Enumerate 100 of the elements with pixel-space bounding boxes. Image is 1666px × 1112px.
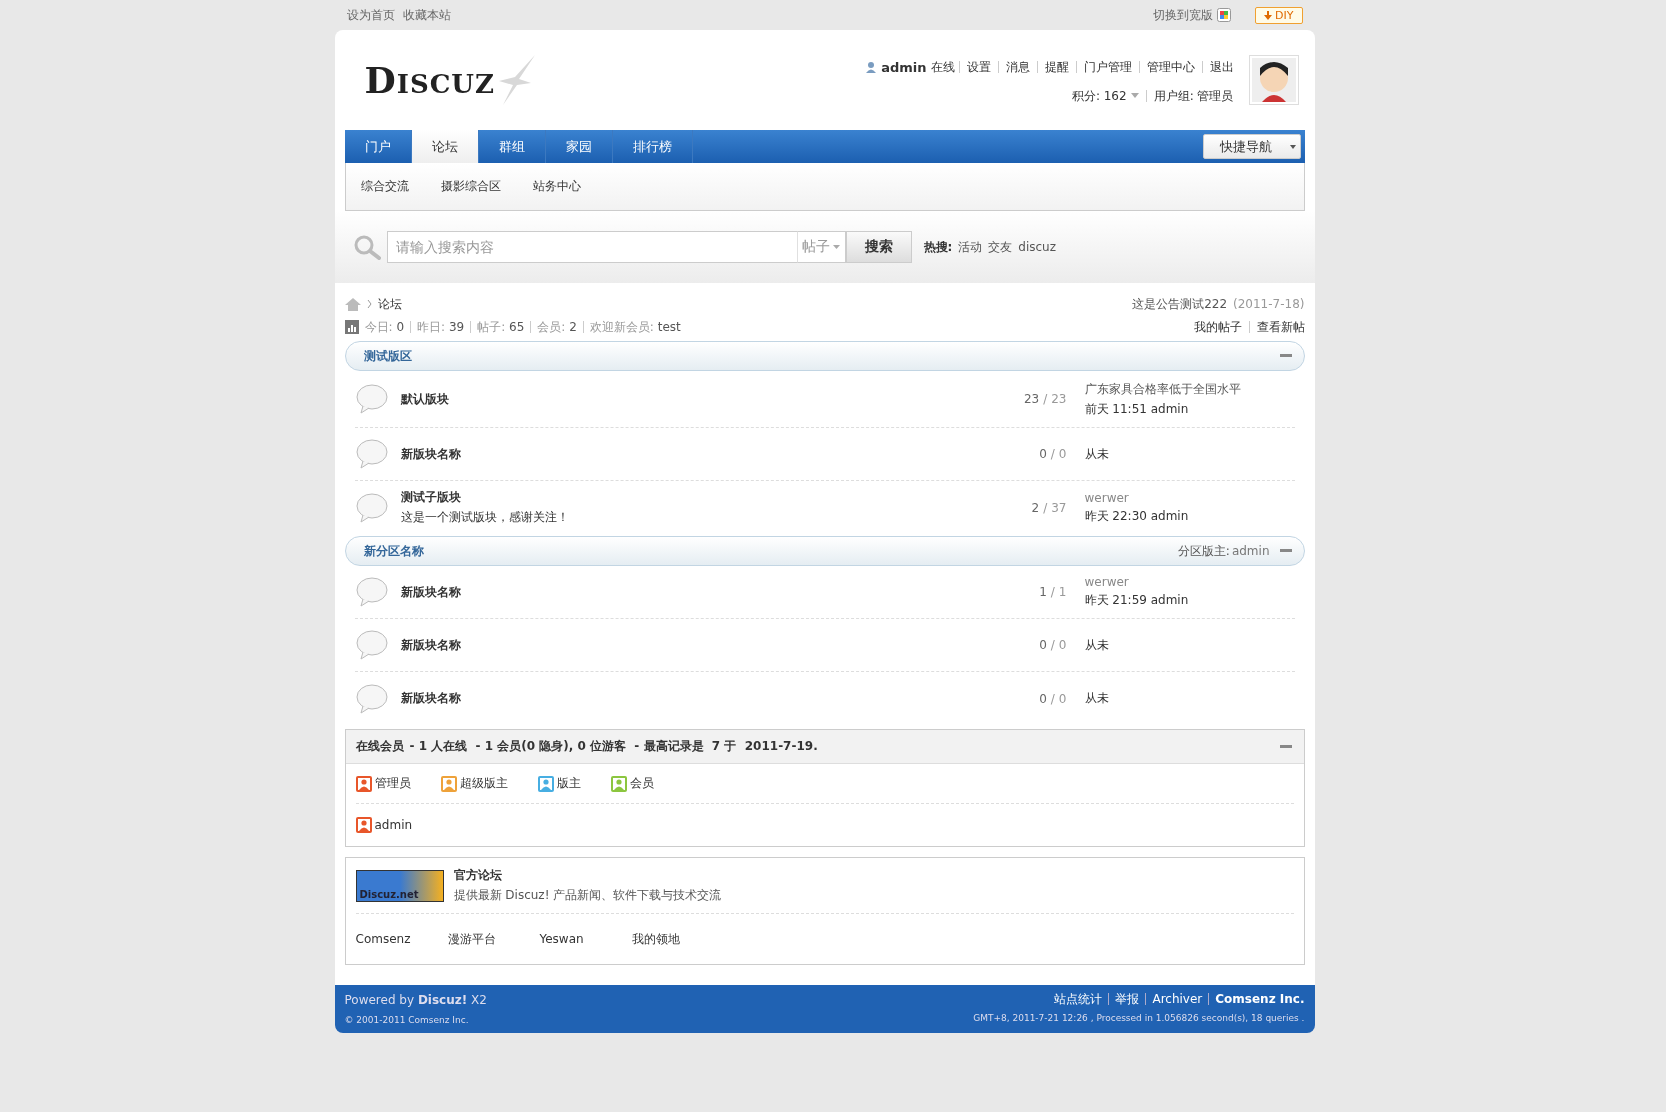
subnav-link[interactable]: 综合交流	[360, 178, 409, 195]
top-link[interactable]: 收藏本站	[402, 6, 451, 24]
user-menu-link[interactable]: 门户管理	[1075, 61, 1139, 73]
online-member-link[interactable]: admin	[355, 817, 413, 833]
last-post-title[interactable]: werwer	[1084, 490, 1295, 505]
footer-link[interactable]: 站点统计	[1048, 993, 1109, 1005]
site-logo[interactable]: DISCUZ	[364, 59, 495, 101]
thread-count: 0	[1039, 691, 1047, 706]
announcement-date: (2011-7-18)	[1233, 297, 1305, 311]
search-field[interactable]: 请输入搜索内容	[386, 231, 797, 263]
post-count: 1	[1058, 585, 1067, 599]
stats-link[interactable]: 我的帖子	[1186, 321, 1249, 333]
username[interactable]: admin	[881, 59, 927, 75]
search-button[interactable]: 搜索	[845, 231, 912, 263]
partner-title[interactable]: 官方论坛	[453, 867, 722, 884]
post-count: 0	[1058, 447, 1067, 461]
forum-bubble-icon	[354, 383, 389, 415]
caret-icon	[1130, 93, 1139, 98]
forum-bubble-icon	[354, 629, 389, 661]
hot-search-link[interactable]: 活动	[958, 238, 983, 256]
count-separator: /	[1043, 500, 1048, 515]
processing-stats: GMT+8, 2011-7-21 12:26 , Processed in 1.056826 second(s), 18 queries .	[973, 1013, 1305, 1023]
forum-stat: 欢迎新会员: test	[582, 321, 687, 333]
user-menu-link[interactable]: 提醒	[1036, 61, 1076, 73]
footer-link[interactable]: 举报	[1108, 993, 1146, 1005]
category-title[interactable]: 新分区名称	[363, 542, 424, 560]
quick-nav-button[interactable]: 快捷导航	[1202, 134, 1301, 159]
forum-name-link[interactable]: 新版块名称	[400, 690, 995, 707]
post-count: 0	[1058, 691, 1067, 706]
breadcrumb-link[interactable]: 论坛	[377, 295, 402, 313]
user-menu-link[interactable]: 管理中心	[1138, 61, 1202, 73]
category-moderator-link[interactable]: admin	[1231, 544, 1270, 558]
post-count: 37	[1051, 500, 1067, 515]
avatar-picture[interactable]	[1248, 55, 1299, 105]
hot-search-label: 热搜:	[923, 238, 953, 256]
count-separator: /	[1050, 585, 1055, 599]
switch-width-link[interactable]: 切换到宽版	[1153, 6, 1214, 24]
top-link[interactable]: 设为首页	[346, 6, 395, 24]
user-menu-link[interactable]: 设置	[958, 61, 998, 73]
forum-name-link[interactable]: 新版块名称	[400, 445, 995, 463]
subnav-link[interactable]: 站务中心	[532, 178, 581, 195]
footer-link[interactable]: Comsenz Inc.	[1208, 993, 1305, 1005]
last-post-info: 前天 11:51 admin	[1084, 401, 1189, 416]
announcement-link[interactable]: 这是公告测试222	[1132, 295, 1228, 313]
thread-count: 0	[1039, 638, 1047, 652]
powered-by-text: Powered by Discuz! X2	[344, 993, 487, 1007]
forum-bubble-icon	[354, 491, 389, 524]
category-title[interactable]: 测试版区	[363, 347, 412, 365]
partner-banner-logo[interactable]: Discuz.net	[355, 869, 444, 902]
copyright-text: © 2001-2011 Comsenz Inc.	[344, 1015, 469, 1025]
last-post-info: 从未	[1084, 446, 1109, 461]
caret-icon	[832, 245, 840, 249]
forum-description: 这是一个测试版块，感谢关注！	[400, 509, 570, 526]
nav-tab[interactable]: 论坛	[411, 130, 479, 163]
last-post-info: 昨天 22:30 admin	[1084, 508, 1189, 523]
subnav-link[interactable]: 摄影综合区	[440, 178, 501, 195]
online-members-title[interactable]: 在线会员	[355, 738, 404, 755]
thread-count: 1	[1039, 585, 1047, 599]
last-post-info: 从未	[1084, 691, 1109, 705]
online-summary: - 1 人在线 - 1 会员(0 隐身), 0 位游客 - 最高记录是 7 于 2011-7-19.	[409, 738, 818, 755]
forum-name-link[interactable]: 新版块名称	[400, 636, 995, 654]
forum-name-link[interactable]: 新版块名称	[400, 583, 995, 601]
hot-search-link[interactable]: discuz	[1018, 240, 1057, 254]
forum-bubble-icon	[354, 576, 389, 608]
credits-dropdown[interactable]: 积分: 162	[1064, 89, 1146, 102]
hot-search-link[interactable]: 交友	[988, 238, 1013, 256]
last-post-info: 昨天 21:59 admin	[1084, 593, 1189, 607]
last-post-title[interactable]: 广东家具合格率低于全国水平	[1084, 380, 1295, 398]
home-icon[interactable]	[344, 297, 361, 311]
user-group-legend: 超级版主	[440, 775, 508, 792]
friend-link[interactable]: Yeswan	[539, 932, 632, 946]
post-count: 0	[1058, 638, 1067, 652]
user-group-legend: 版主	[537, 775, 581, 792]
collapse-icon[interactable]	[1279, 354, 1292, 358]
friend-link[interactable]: Comsenz	[355, 932, 448, 946]
count-separator: /	[1043, 392, 1048, 406]
forum-name-link[interactable]: 默认版块	[400, 390, 995, 408]
post-count: 23	[1051, 392, 1067, 406]
chevron-right-icon	[366, 300, 372, 308]
forum-name-link[interactable]: 测试子版块	[400, 489, 995, 506]
forum-stat: 今日: 0	[363, 321, 405, 333]
user-menu-link[interactable]: 消息	[997, 61, 1037, 73]
friend-link[interactable]: 漫游平台	[447, 930, 540, 948]
forum-stat: 帖子: 65	[470, 321, 531, 333]
user-icon	[865, 61, 878, 73]
last-post-title[interactable]: werwer	[1084, 575, 1295, 589]
thread-count: 0	[1039, 447, 1047, 461]
collapse-icon[interactable]	[1279, 744, 1292, 749]
thread-count: 2	[1031, 500, 1040, 515]
caret-icon	[1289, 144, 1296, 149]
stats-link[interactable]: 查看新帖	[1248, 321, 1305, 333]
count-separator: /	[1050, 638, 1055, 652]
user-menu-link[interactable]: 退出	[1201, 61, 1241, 73]
forum-bubble-icon	[354, 438, 389, 470]
footer-link[interactable]: Archiver	[1145, 993, 1209, 1005]
friend-link[interactable]: 我的领地	[631, 930, 724, 948]
chart-icon	[344, 320, 359, 334]
collapse-icon[interactable]	[1279, 549, 1292, 553]
count-separator: /	[1050, 691, 1055, 706]
user-group-link[interactable]: 用户组: 管理员	[1145, 89, 1241, 102]
